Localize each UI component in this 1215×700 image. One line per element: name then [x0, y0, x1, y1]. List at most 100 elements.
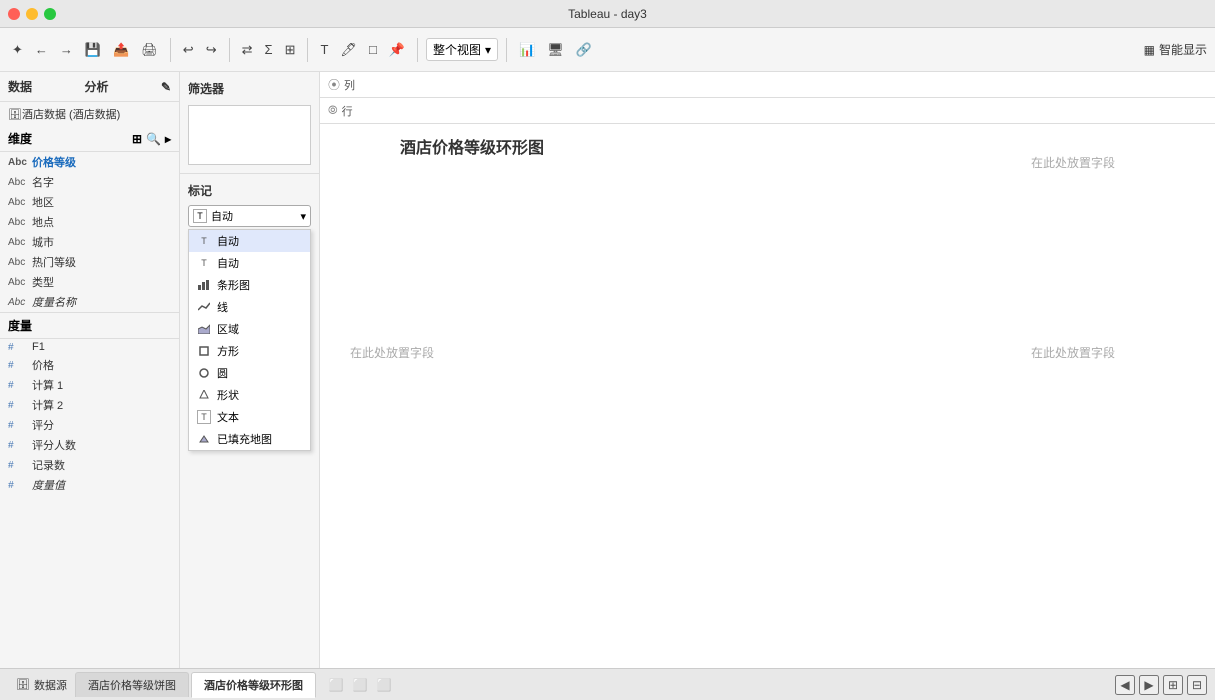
toolbar-annotate[interactable]: 🖊	[336, 40, 361, 60]
toolbar-export[interactable]: 📤	[109, 40, 133, 60]
edit-icon[interactable]: ✎	[161, 80, 171, 94]
field-type-icon: #	[8, 480, 28, 491]
toolbar-agg[interactable]: Σ	[261, 40, 277, 59]
grid-view-icon[interactable]: ⊞	[1163, 675, 1183, 695]
toolbar-group[interactable]: ⊞	[281, 40, 300, 60]
toolbar-print[interactable]: 🖨	[137, 40, 162, 60]
toolbar-label[interactable]: T	[316, 40, 332, 59]
dim-header-icons: ⊞ 🔍 ▸	[132, 132, 171, 146]
toolbar-device[interactable]: 🖥	[543, 40, 568, 60]
field-hot-level[interactable]: Abc 热门等级	[0, 252, 179, 272]
toolbar-back[interactable]: ←	[31, 40, 52, 59]
data-source-tab[interactable]: 🗄 数据源	[8, 673, 75, 697]
right-panel: ⦿ 列 ⦾ 行 酒店价格等级环形图 在此处放置字段 在此处放置字段 在此处放置字…	[320, 72, 1215, 668]
text-icon: T	[197, 410, 211, 424]
measure-calc1[interactable]: # 计算 1	[0, 375, 179, 395]
intelligent-show-label: 智能显示	[1159, 41, 1207, 58]
field-region[interactable]: Abc 地区	[0, 192, 179, 212]
view-selector[interactable]: 整个视图 ▾	[426, 38, 498, 61]
field-name: 评分人数	[32, 437, 76, 453]
marks-label: 标记	[184, 178, 315, 203]
dropdown-item-bar[interactable]: 条形图	[189, 274, 310, 296]
field-name: F1	[32, 341, 45, 353]
field-name: 计算 1	[32, 377, 63, 393]
data-source-item[interactable]: 🗄 酒店数据 (酒店数据)	[0, 102, 179, 126]
field-type-icon: Abc	[8, 297, 28, 308]
area-icon	[197, 322, 211, 336]
dropdown-item-auto2[interactable]: T 自动	[189, 252, 310, 274]
measure-record-count[interactable]: # 记录数	[0, 455, 179, 475]
dropdown-item-square[interactable]: 方形	[189, 340, 310, 362]
field-name: 热门等级	[32, 254, 76, 270]
drop-zone-right: 在此处放置字段	[1031, 344, 1115, 361]
panel-icons: ✎	[161, 80, 171, 94]
nav-right[interactable]: ▶	[1139, 675, 1159, 695]
drop-zone-left: 在此处放置字段	[350, 344, 434, 361]
tab-action-1[interactable]: ⬜	[326, 675, 346, 695]
dimensions-label: 维度	[8, 130, 32, 147]
field-name-item[interactable]: Abc 名字	[0, 172, 179, 192]
toolbar-undo[interactable]: ↩	[179, 40, 198, 60]
marks-type-dropdown[interactable]: T 自动 ▾	[188, 205, 311, 227]
dropdown-item-text[interactable]: T 文本	[189, 406, 310, 428]
field-name: 名字	[32, 174, 54, 190]
toolbar-save[interactable]: 💾	[81, 40, 105, 60]
toolbar-tooltip[interactable]: □	[365, 40, 381, 59]
tab-action-3[interactable]: ⬜	[374, 675, 394, 695]
measure-rating-count[interactable]: # 评分人数	[0, 435, 179, 455]
chevron-down-icon: ▾	[485, 43, 491, 57]
toolbar-chart[interactable]: 📊	[515, 40, 539, 60]
close-button[interactable]	[8, 8, 20, 20]
nav-left[interactable]: ◀	[1115, 675, 1135, 695]
toolbar-pin[interactable]: 📌	[385, 40, 409, 60]
tab-actions: ⬜ ⬜ ⬜	[326, 675, 394, 695]
columns-shelf: ⦿ 列	[320, 72, 1215, 98]
measure-rating[interactable]: # 评分	[0, 415, 179, 435]
maximize-button[interactable]	[44, 8, 56, 20]
data-source-name: 酒店数据 (酒店数据)	[22, 106, 120, 122]
dropdown-item-line[interactable]: 线	[189, 296, 310, 318]
grid-icon[interactable]: ⊞	[132, 132, 142, 146]
dropdown-scroll: T 自动 T 自动 条形图	[189, 230, 310, 450]
map-icon	[197, 432, 211, 446]
sep3	[307, 38, 308, 62]
toolbar-new[interactable]: ✦	[8, 40, 27, 60]
minimize-button[interactable]	[26, 8, 38, 20]
measure-calc2[interactable]: # 计算 2	[0, 395, 179, 415]
measure-price[interactable]: # 价格	[0, 355, 179, 375]
auto-icon: T	[197, 234, 211, 248]
measure-value[interactable]: # 度量值	[0, 475, 179, 495]
toolbar-swap[interactable]: ⇄	[238, 40, 257, 60]
dropdown-item-area[interactable]: 区域	[189, 318, 310, 340]
search-icon[interactable]: 🔍	[146, 132, 161, 146]
tab-donut[interactable]: 酒店价格等级环形图	[191, 672, 316, 698]
field-location[interactable]: Abc 地点	[0, 212, 179, 232]
tab-action-2[interactable]: ⬜	[350, 675, 370, 695]
auto-icon2: T	[197, 256, 211, 270]
fit-icon[interactable]: ⊟	[1187, 675, 1207, 695]
field-name: 城市	[32, 234, 54, 250]
dropdown-item-auto1[interactable]: T 自动	[189, 230, 310, 252]
field-price-level[interactable]: Abc 价格等级	[0, 152, 179, 172]
rows-shelf: ⦾ 行	[320, 98, 1215, 124]
field-name: 价格等级	[32, 154, 76, 170]
dropdown-item-shape[interactable]: 形状	[189, 384, 310, 406]
dropdown-item-label: 线	[217, 299, 228, 315]
columns-label: ⦿ 列	[328, 76, 358, 93]
data-analysis-header: 数据 分析 ✎	[0, 72, 179, 102]
field-measure-name[interactable]: Abc 度量名称	[0, 292, 179, 312]
field-name: 度量名称	[32, 294, 76, 310]
toolbar-forward[interactable]: →	[56, 40, 77, 59]
dimension-section: 维度 ⊞ 🔍 ▸ Abc 价格等级 Abc 名字 Abc 地区 Abc	[0, 126, 179, 668]
field-city[interactable]: Abc 城市	[0, 232, 179, 252]
drop-zone-top: 在此处放置字段	[1031, 154, 1115, 171]
right-nav: ◀ ▶ ⊞ ⊟	[1115, 675, 1207, 695]
field-type-item[interactable]: Abc 类型	[0, 272, 179, 292]
dropdown-item-map[interactable]: 已填充地图	[189, 428, 310, 450]
more-icon[interactable]: ▸	[165, 132, 171, 146]
dropdown-item-circle[interactable]: 圆	[189, 362, 310, 384]
toolbar-share[interactable]: 🔗	[572, 40, 596, 60]
measure-f1[interactable]: # F1	[0, 339, 179, 355]
toolbar-redo[interactable]: ↪	[202, 40, 221, 60]
tab-pie[interactable]: 酒店价格等级饼图	[75, 672, 189, 697]
